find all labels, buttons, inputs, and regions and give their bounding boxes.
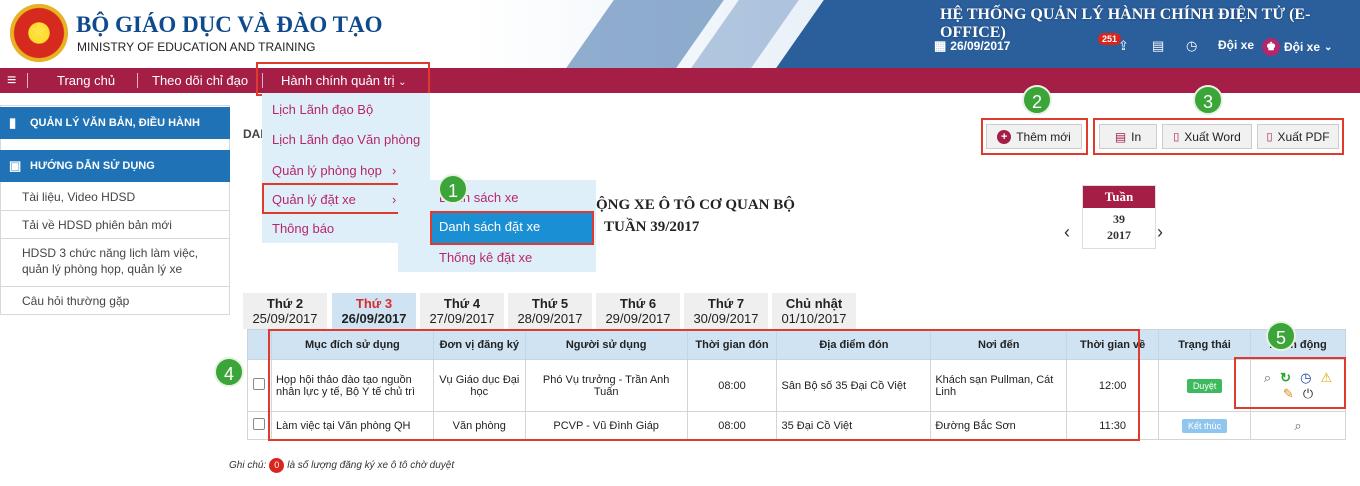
tab-day-wed[interactable]: Thứ 4 27/09/2017 <box>420 293 504 329</box>
sidebar-item-download-guide[interactable]: Tải về HDSD phiên bản mới <box>0 211 230 239</box>
org-name-vi: BỘ GIÁO DỤC VÀ ĐÀO TẠO <box>76 12 383 37</box>
tab-day-fri[interactable]: Thứ 6 29/09/2017 <box>596 293 680 329</box>
callout-1: 1 <box>438 174 468 204</box>
callout-5: 5 <box>1266 321 1296 351</box>
day-date: 29/09/2017 <box>605 311 671 326</box>
menu-item-ministry-leader-schedule[interactable]: Lịch Lãnh đạo Bộ <box>272 102 373 117</box>
chevron-down-icon: ⌄ <box>1324 41 1333 53</box>
pending-count-badge: 0 <box>269 458 285 473</box>
header-date: ▦ 26/09/2017 <box>934 38 1010 54</box>
day-name: Thứ 5 <box>531 296 569 311</box>
status-badge: Duyệt <box>1186 378 1223 393</box>
chevron-right-icon: › <box>392 163 397 178</box>
date-text: 26/09/2017 <box>950 39 1011 53</box>
day-date: 28/09/2017 <box>517 311 583 326</box>
highlight-admin-menu <box>256 62 430 96</box>
day-date: 27/09/2017 <box>429 311 495 326</box>
day-name: Thứ 3 <box>355 296 393 311</box>
header-actions: Hành động <box>1250 329 1346 360</box>
sidebar-section-guide-label: HƯỚNG DẪN SỬ DỤNG <box>30 160 155 172</box>
sidebar-section-documents[interactable]: ▮ QUẢN LÝ VĂN BẢN, ĐIỀU HÀNH <box>0 107 230 139</box>
page-title: ỘNG XE Ô TÔ CƠ QUAN BỘ <box>596 197 795 213</box>
note-prefix: Ghi chú: <box>229 460 267 471</box>
sidebar-item-faq[interactable]: Câu hỏi thường gặp <box>0 287 230 315</box>
day-date: 25/09/2017 <box>252 311 318 326</box>
menu-item-meeting-rooms[interactable]: Quản lý phòng họp › <box>272 163 396 178</box>
week-year: 2017 <box>1107 228 1131 242</box>
user-menu[interactable]: ♚ Đội xe ⌄ <box>1262 38 1332 56</box>
day-name: Thứ 7 <box>707 296 745 311</box>
callout-3: 3 <box>1193 85 1223 115</box>
org-name-en: MINISTRY OF EDUCATION AND TRAINING <box>77 40 316 54</box>
main-nav: ≡ Trang chủ Theo dõi chỉ đạo Hành chính … <box>0 68 1360 93</box>
tab-day-tue[interactable]: Thứ 3 26/09/2017 <box>332 293 416 329</box>
week-box: Tuần 39 2017 <box>1082 185 1156 249</box>
book-icon: ▮ <box>9 115 17 130</box>
callout-4: 4 <box>214 357 244 387</box>
highlight-actions <box>1234 357 1346 409</box>
tab-day-sun[interactable]: Chủ nhật 01/10/2017 <box>772 293 856 329</box>
prev-week-arrow[interactable]: ‹ <box>1064 222 1070 243</box>
day-date: 30/09/2017 <box>693 311 759 326</box>
cell-actions: ⌕ <box>1250 411 1346 440</box>
callout-2: 2 <box>1022 85 1052 115</box>
day-name: Chủ nhật <box>785 296 843 311</box>
highlight-export <box>1093 118 1344 155</box>
sidebar-section-documents-label: QUẢN LÝ VĂN BẢN, ĐIỀU HÀNH <box>30 117 200 129</box>
system-title: HỆ THỐNG QUẢN LÝ HÀNH CHÍNH ĐIỆN TỬ (E-O… <box>940 6 1311 41</box>
week-label: Tuần <box>1083 186 1155 208</box>
day-name: Thứ 4 <box>443 296 481 311</box>
search-icon[interactable]: ⌕ <box>1294 418 1301 434</box>
menu-item-office-leader-schedule[interactable]: Lịch Lãnh đạo Văn phòng <box>272 132 420 147</box>
highlight-table-data <box>268 329 1140 441</box>
monitor-icon: ▣ <box>9 158 22 173</box>
nav-item-tracking[interactable]: Theo dõi chỉ đạo <box>152 68 248 93</box>
calendar-icon: ▦ <box>934 38 947 53</box>
menu-item-notifications[interactable]: Thông báo <box>272 221 334 236</box>
notification-icon[interactable]: ⇪ <box>1118 38 1129 54</box>
header-status: Trạng thái <box>1158 329 1252 360</box>
status-badge: Kết thúc <box>1182 418 1228 433</box>
cell-status: Kết thúc <box>1158 411 1252 440</box>
hamburger-icon[interactable]: ≡ <box>7 68 16 93</box>
day-name: Thứ 2 <box>266 296 304 311</box>
emblem-logo: ★ <box>10 4 68 62</box>
note-text: là số lượng đăng ký xe ô tô chờ duyệt <box>287 460 455 471</box>
footnote: Ghi chú: 0 là số lượng đăng ký xe ô tô chờ… <box>229 458 454 473</box>
next-week-arrow[interactable]: › <box>1157 222 1163 243</box>
user-label: Đội xe <box>1284 40 1321 54</box>
role-label[interactable]: Đội xe <box>1218 38 1254 52</box>
page-subtitle: TUẦN 39/2017 <box>604 219 700 235</box>
nav-item-home[interactable]: Trang chủ <box>57 68 115 93</box>
header: ★ BỘ GIÁO DỤC VÀ ĐÀO TẠO MINISTRY OF EDU… <box>0 0 1360 68</box>
day-date: 01/10/2017 <box>781 311 847 326</box>
sidebar-item-three-features[interactable]: HDSD 3 chức năng lịch làm việc, quản lý … <box>0 239 230 287</box>
sidebar-item-docs-video[interactable]: Tài liệu, Video HDSD <box>0 183 230 211</box>
week-number: 39 <box>1113 212 1125 226</box>
day-name: Thứ 6 <box>619 296 657 311</box>
tab-day-mon[interactable]: Thứ 2 25/09/2017 <box>243 293 327 329</box>
highlight-booking-list <box>430 211 594 245</box>
submenu-booking-stats[interactable]: Thống kê đặt xe <box>439 250 532 265</box>
tab-day-thu[interactable]: Thứ 5 28/09/2017 <box>508 293 592 329</box>
sidebar-section-guide[interactable]: ▣ HƯỚNG DẪN SỬ DỤNG <box>0 150 230 182</box>
row-checkbox[interactable] <box>253 378 266 390</box>
menu-item-meeting-rooms-label: Quản lý phòng họp <box>272 163 382 178</box>
highlight-add <box>981 118 1088 155</box>
day-date: 26/09/2017 <box>341 311 407 326</box>
schedule-icon[interactable]: ◷ <box>1186 38 1197 54</box>
row-checkbox[interactable] <box>253 418 266 430</box>
user-icon: ♚ <box>1262 38 1280 56</box>
tab-day-sat[interactable]: Thứ 7 30/09/2017 <box>684 293 768 329</box>
printer-icon[interactable]: ▤ <box>1152 38 1164 54</box>
